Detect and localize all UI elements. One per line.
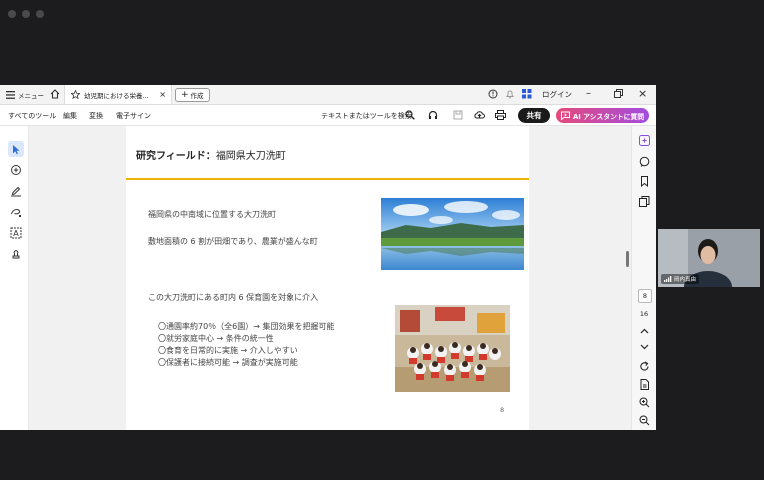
tab-bar: メニュー 幼児期における栄養... × + 作成 ログイン – × [0, 85, 656, 105]
current-page-field[interactable]: 8 [638, 289, 652, 303]
hamburger-icon [6, 91, 15, 99]
slide-title-rest: 福岡県大刀洗町 [215, 151, 286, 162]
close-tab-icon[interactable]: × [159, 90, 166, 99]
bookmark-icon[interactable] [637, 174, 651, 188]
apps-grid-icon[interactable] [522, 89, 532, 99]
menu-button[interactable]: メニュー [6, 90, 44, 100]
text-line-2: 敷地面積の 6 割が田畑であり、農業が盛んな町 [148, 237, 318, 246]
plus-icon: + [181, 90, 189, 100]
minimize-icon[interactable]: – [586, 88, 591, 99]
main-toolbar: すべてのツール 編集 変換 電子サイン テキストまたはツールを検索 共有 AI … [0, 105, 656, 126]
zoom-dot[interactable] [36, 10, 44, 18]
stamp-icon[interactable] [8, 246, 24, 262]
participant-name: 岡内真由 [674, 277, 697, 283]
share-button[interactable]: 共有 [518, 108, 550, 123]
children-photo [395, 305, 510, 392]
add-comment-icon[interactable] [8, 162, 24, 178]
total-pages-label: 16 [639, 310, 649, 318]
ai-summary-icon[interactable] [637, 133, 651, 147]
bullet-item: 〇通園率約70％（全6園）→ 集団効果を把握可能 [158, 322, 335, 331]
text-line-1: 福岡県の中南域に位置する大刀洗町 [148, 210, 276, 219]
accent-line [126, 178, 529, 180]
tab-title: 幼児期における栄養... [84, 91, 149, 100]
ai-assistant-label: AI アシスタントに質問 [573, 112, 645, 121]
window-controls [8, 10, 44, 18]
edit-menu[interactable]: 編集 [63, 111, 77, 121]
rotate-icon[interactable] [637, 359, 651, 373]
participant-video-tile[interactable]: 岡内真由 [658, 229, 760, 287]
participant-name-tag: 岡内真由 [661, 274, 700, 284]
ai-sparkle-icon [561, 111, 570, 120]
zoom-out-icon[interactable] [637, 413, 651, 427]
zoom-in-icon[interactable] [637, 395, 651, 409]
search-icon[interactable] [405, 110, 415, 120]
close-dot[interactable] [8, 10, 16, 18]
vertical-scrollbar-thumb[interactable] [626, 251, 629, 267]
bullet-item: 〇食育を日常的に実施 → 介入しやすい [158, 346, 298, 355]
text-box-icon[interactable]: A [8, 225, 24, 241]
select-tool-icon[interactable] [8, 141, 24, 157]
svg-text:A: A [13, 229, 19, 238]
save-icon[interactable] [453, 110, 463, 120]
next-page-icon[interactable] [637, 340, 651, 354]
upload-cloud-icon[interactable] [474, 110, 485, 120]
bullet-item: 〇就労家庭中心 → 条件の統一性 [158, 334, 274, 343]
document-properties-icon[interactable] [637, 377, 651, 391]
help-icon[interactable] [488, 89, 498, 99]
text-line-3: この大刀洗町にある町内 6 保育園を対象に介入 [148, 293, 319, 302]
restore-icon[interactable] [614, 89, 623, 98]
slide-title: 研究フィールド：福岡県大刀洗町 [136, 147, 286, 162]
ai-assistant-button[interactable]: AI アシスタントに質問 [556, 108, 649, 123]
previous-page-icon[interactable] [637, 324, 651, 338]
minimize-dot[interactable] [22, 10, 30, 18]
login-link[interactable]: ログイン [542, 89, 572, 100]
home-icon[interactable] [50, 89, 60, 99]
print-icon[interactable] [495, 110, 506, 120]
menu-label: メニュー [18, 92, 44, 100]
slide-page: 研究フィールド：福岡県大刀洗町 福岡県の中南域に位置する大刀洗町 敷地面積の 6… [126, 126, 529, 430]
new-tab-button[interactable]: + 作成 [175, 88, 210, 102]
esign-menu[interactable]: 電子サイン [116, 111, 151, 121]
tool-search-label[interactable]: テキストまたはツールを検索 [321, 111, 412, 121]
close-window-icon[interactable]: × [638, 87, 647, 100]
convert-menu[interactable]: 変換 [89, 111, 103, 121]
pages-icon[interactable] [637, 194, 651, 208]
headphones-icon[interactable] [428, 110, 438, 120]
bell-icon[interactable] [505, 89, 515, 99]
slide-title-bold: 研究フィールド： [136, 151, 216, 162]
tab-document[interactable]: 幼児期における栄養... × [64, 85, 172, 104]
document-viewport[interactable]: 研究フィールド：福岡県大刀洗町 福岡県の中南域に位置する大刀洗町 敷地面積の 6… [29, 126, 631, 430]
signal-icon [664, 276, 672, 282]
bullet-item: 〇保護者に接続可能 → 調査が実施可能 [158, 358, 298, 367]
acrobat-window: メニュー 幼児期における栄養... × + 作成 ログイン – × すべてのツー… [0, 85, 656, 430]
highlighter-icon[interactable] [8, 183, 24, 199]
draw-icon[interactable] [8, 204, 24, 220]
landscape-photo [381, 198, 524, 270]
right-rail: 8 16 [631, 126, 656, 430]
comment-icon[interactable] [637, 154, 651, 168]
star-icon[interactable] [71, 90, 80, 99]
left-tool-rail: A [0, 126, 29, 430]
new-tab-label: 作成 [190, 92, 204, 100]
all-tools-menu[interactable]: すべてのツール [8, 111, 56, 121]
slide-page-number: 8 [500, 406, 505, 414]
